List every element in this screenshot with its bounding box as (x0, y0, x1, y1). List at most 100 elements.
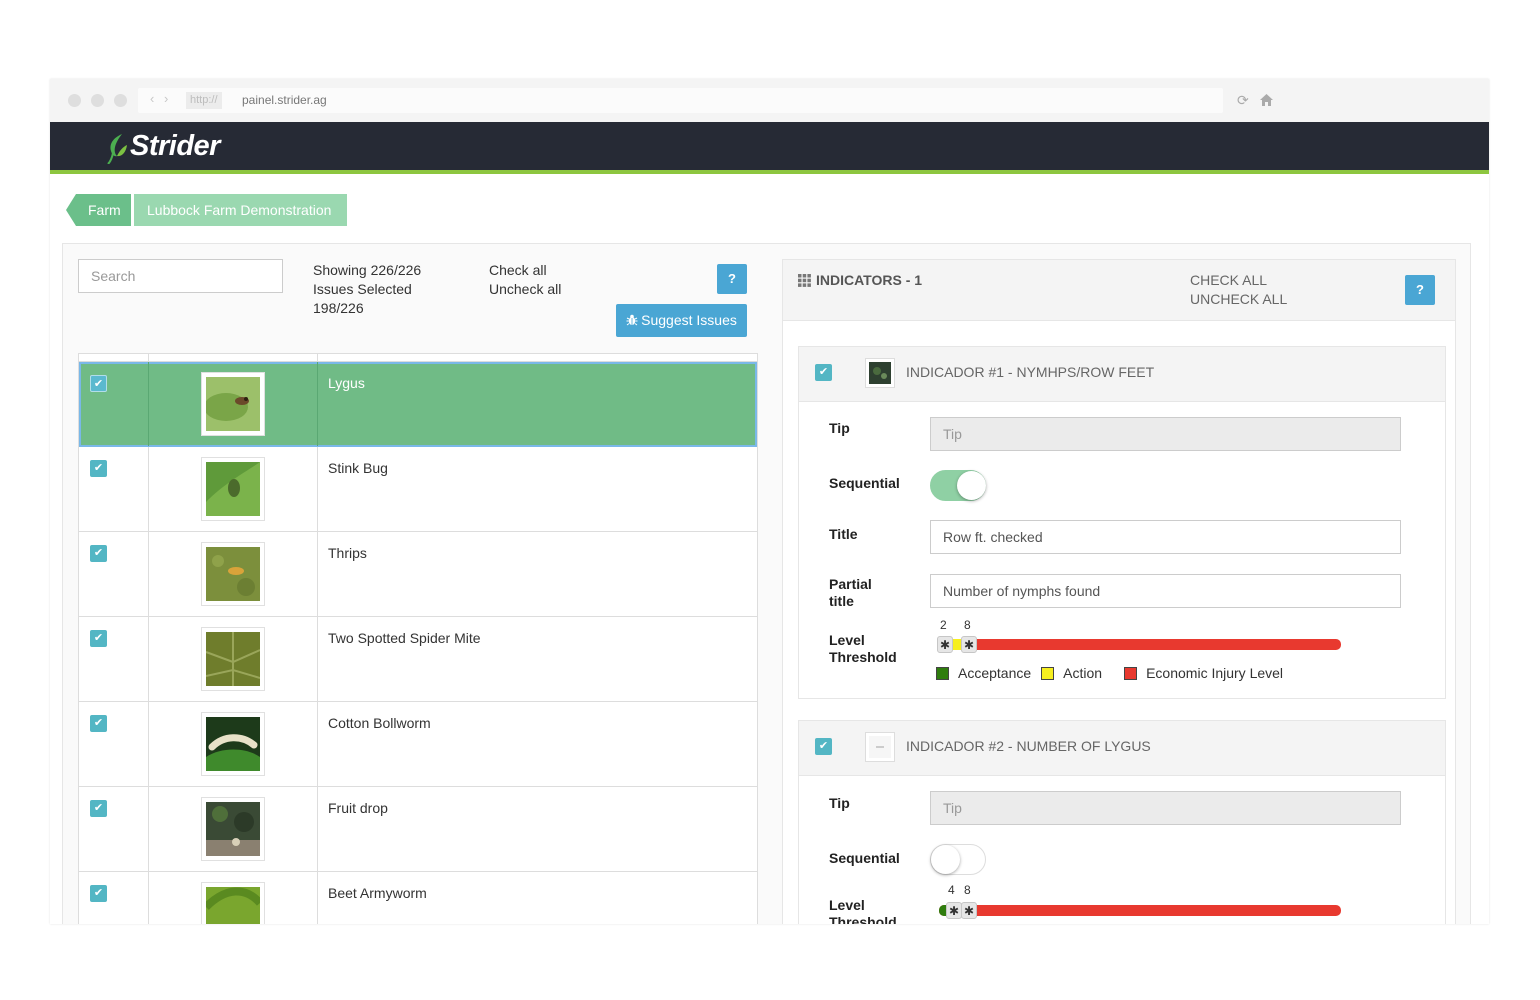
strider-leaf-icon (107, 134, 127, 164)
indicator-title: INDICADOR #2 - NUMBER OF LYGUS (906, 738, 1151, 754)
url-text[interactable]: painel.strider.ag (242, 92, 327, 109)
indicator-checkbox[interactable]: ✔ (815, 364, 832, 381)
showing-count: Showing 226/226 (313, 262, 422, 278)
suggest-issues-button[interactable]: Suggest Issues (616, 304, 747, 337)
level-threshold-label-line1: Level (829, 632, 865, 648)
action-swatch (1041, 666, 1055, 680)
window-close-dot[interactable] (68, 94, 81, 107)
threshold-legend: Acceptance Action Economic Injury Level (936, 665, 1293, 681)
title-field[interactable] (930, 520, 1401, 554)
browser-chrome: ‹ › http:// painel.strider.ag ⟳ (50, 79, 1489, 122)
issue-name: Stink Bug (328, 460, 388, 476)
row-checkbox[interactable]: ✔ (90, 460, 107, 477)
url-protocol: http:// (186, 92, 222, 109)
breadcrumb-farm[interactable]: Farm (66, 194, 131, 226)
sequential-toggle[interactable] (930, 470, 986, 501)
threshold-high-handle[interactable]: ✱ (961, 902, 977, 919)
issues-help-button[interactable]: ? (717, 264, 747, 294)
check-all-link[interactable]: Check all (489, 261, 561, 280)
breadcrumb-farm-name[interactable]: Lubbock Farm Demonstration (134, 194, 347, 226)
indicator-title: INDICADOR #1 - NYMHPS/ROW FEET (906, 364, 1155, 380)
issues-table: ✔ Lygus ✔ Stink Bug ✔ Thrips ✔ Two Spott… (78, 353, 758, 924)
row-checkbox[interactable]: ✔ (90, 885, 107, 902)
fruit-drop-thumbnail (201, 797, 265, 861)
table-row[interactable]: ✔ Two Spotted Spider Mite (79, 617, 757, 702)
indicators-title: INDICATORS - 1 (816, 272, 923, 288)
threshold-low-handle[interactable]: ✱ (937, 636, 953, 653)
sequential-label: Sequential (829, 475, 900, 491)
stink-bug-thumbnail (201, 457, 265, 521)
indicator-card-1: ✔ INDICADOR #1 - NYMHPS/ROW FEET Tip Seq… (798, 346, 1446, 699)
indicators-help-button[interactable]: ? (1405, 275, 1435, 305)
table-row[interactable]: ✔ Cotton Bollworm (79, 702, 757, 787)
threshold-low-handle[interactable]: ✱ (946, 902, 962, 919)
suggest-issues-label: Suggest Issues (641, 312, 737, 328)
sequential-label: Sequential (829, 850, 900, 866)
reload-icon[interactable]: ⟳ (1237, 92, 1249, 109)
table-row[interactable]: ✔ Lygus (79, 362, 757, 447)
issues-summary: Showing 226/226 Issues Selected 198/226 (313, 261, 463, 318)
table-header (79, 354, 757, 362)
threshold-slider[interactable]: ✱ ✱ (937, 636, 1341, 653)
issues-panel: Showing 226/226 Issues Selected 198/226 … (78, 259, 760, 924)
table-row[interactable]: ✔ Thrips (79, 532, 757, 617)
acceptance-legend: Acceptance (958, 665, 1032, 681)
indicator-checkbox[interactable]: ✔ (815, 738, 832, 755)
partial-title-field[interactable] (930, 574, 1401, 608)
table-row[interactable]: ✔ Stink Bug (79, 447, 757, 532)
row-checkbox[interactable]: ✔ (90, 630, 107, 647)
search-input[interactable] (78, 259, 283, 293)
issue-name: Thrips (328, 545, 367, 561)
indicators-header: INDICATORS - 1 CHECK ALL UNCHECK ALL ? (783, 260, 1455, 321)
level-threshold-label: Level Threshold (829, 632, 897, 666)
threshold-high-value: 8 (964, 883, 971, 897)
eil-swatch (1124, 666, 1138, 680)
spider-mite-thumbnail (201, 627, 265, 691)
level-threshold-label: Level Threshold (829, 897, 897, 924)
issue-name: Lygus (328, 375, 365, 391)
threshold-low-value: 2 (940, 618, 947, 632)
bollworm-thumbnail (201, 712, 265, 776)
indicator-card-2: ✔ INDICADOR #2 - NUMBER OF LYGUS Tip Seq… (798, 720, 1446, 924)
level-threshold-label-line2: Threshold (829, 914, 897, 924)
sequential-toggle[interactable] (930, 844, 986, 875)
issue-name: Beet Armyworm (328, 885, 427, 901)
address-bar[interactable]: ‹ › http:// painel.strider.ag (138, 88, 1223, 113)
home-icon[interactable] (1260, 93, 1273, 109)
armyworm-thumbnail (201, 882, 265, 924)
issue-name: Cotton Bollworm (328, 715, 431, 731)
row-checkbox[interactable]: ✔ (90, 375, 107, 392)
forward-icon[interactable]: › (164, 91, 168, 106)
check-all-indicators-link[interactable]: CHECK ALL (1190, 271, 1287, 290)
threshold-slider[interactable]: ✱ ✱ (939, 902, 1341, 919)
threshold-high-handle[interactable]: ✱ (961, 636, 977, 653)
grid-icon (798, 274, 811, 287)
acceptance-swatch (936, 666, 949, 680)
eil-legend: Economic Injury Level (1146, 665, 1284, 681)
row-checkbox[interactable]: ✔ (90, 545, 107, 562)
tip-field[interactable] (930, 417, 1401, 451)
strider-logo[interactable]: Strider (130, 130, 220, 163)
indicator-check-controls: CHECK ALL UNCHECK ALL (1190, 271, 1287, 309)
issue-name: Fruit drop (328, 800, 388, 816)
window-maximize-dot[interactable] (114, 94, 127, 107)
issue-name: Two Spotted Spider Mite (328, 630, 481, 646)
selected-count: Issues Selected 198/226 (313, 281, 412, 316)
thrips-thumbnail (201, 542, 265, 606)
row-checkbox[interactable]: ✔ (90, 715, 107, 732)
partial-title-label-line1: Partial (829, 576, 872, 592)
back-icon[interactable]: ‹ (150, 91, 154, 106)
table-row[interactable]: ✔ Fruit drop (79, 787, 757, 872)
uncheck-all-indicators-link[interactable]: UNCHECK ALL (1190, 290, 1287, 309)
indicators-panel: INDICATORS - 1 CHECK ALL UNCHECK ALL ? ✔… (782, 259, 1456, 924)
window-minimize-dot[interactable] (91, 94, 104, 107)
main-panel: Showing 226/226 Issues Selected 198/226 … (62, 243, 1471, 924)
table-row[interactable]: ✔ Beet Armyworm (79, 872, 757, 924)
tip-field[interactable] (930, 791, 1401, 825)
row-checkbox[interactable]: ✔ (90, 800, 107, 817)
partial-title-label: Partial title (829, 576, 872, 610)
app-header: Strider (50, 122, 1489, 174)
indicator-thumbnail (865, 358, 895, 388)
action-legend: Action (1063, 665, 1103, 681)
uncheck-all-link[interactable]: Uncheck all (489, 280, 561, 299)
